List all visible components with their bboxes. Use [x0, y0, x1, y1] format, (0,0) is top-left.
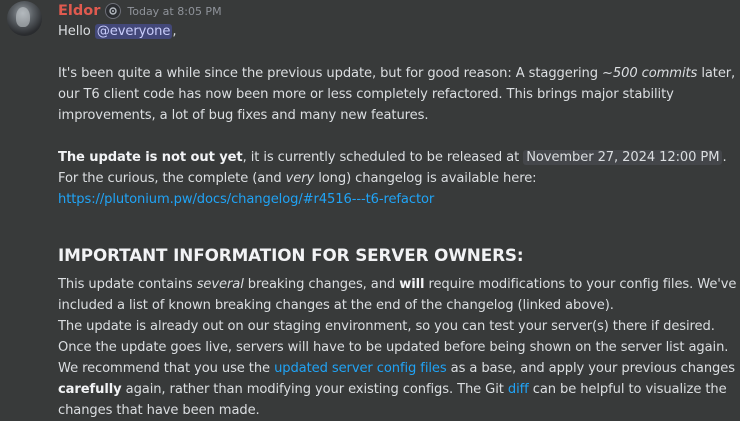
- paragraph-3-line-3: The update is already out on our staging…: [58, 319, 715, 334]
- server-config-link[interactable]: updated server config files: [274, 361, 447, 376]
- everyone-mention[interactable]: @everyone: [94, 24, 173, 39]
- paragraph-1-line-2: our T6 client code has now been more or …: [58, 87, 674, 102]
- emphasis-text: very: [285, 171, 315, 186]
- text: It's been quite a while since the previo…: [58, 66, 603, 81]
- bold-text: will: [399, 277, 425, 292]
- paragraph-3-line-6: carefully again, rather than modifying y…: [58, 379, 733, 400]
- greeting-text: Hello: [58, 24, 95, 39]
- paragraph-1-line-1: It's been quite a while since the previo…: [58, 63, 736, 84]
- greeting-line: Hello @everyone,: [58, 21, 733, 42]
- paragraph-3-line-2: included a list of known breaking change…: [58, 298, 614, 313]
- text: breaking changes, and: [243, 277, 400, 292]
- paragraph-2-line-2: For the curious, the complete (and very …: [58, 168, 733, 189]
- text: again, rather than modifying your existi…: [121, 382, 508, 397]
- paragraph-3-line-1: This update contains several breaking ch…: [58, 274, 737, 295]
- text: .: [722, 150, 727, 165]
- text: We recommend that you use the: [58, 361, 275, 376]
- message-header: Eldor Today at 8:05 PM: [58, 1, 222, 21]
- chat-message: Eldor Today at 8:05 PM Hello @everyone, …: [0, 0, 740, 421]
- paragraph-3-line-4: Once the update goes live, servers will …: [58, 340, 729, 355]
- changelog-link-line: https://plutonium.pw/docs/changelog/#r45…: [58, 189, 733, 210]
- text: For the curious, the complete (and: [58, 171, 286, 186]
- bold-text: carefully: [58, 382, 122, 397]
- text: can be helpful to visualize the: [528, 382, 727, 397]
- greeting-comma: ,: [172, 24, 177, 39]
- text: This update contains: [58, 277, 197, 292]
- paragraph-3-line-7: changes that have been made.: [58, 403, 260, 418]
- paragraph-2-line-1: The update is not out yet, it is current…: [58, 147, 733, 168]
- emphasis-text: several: [196, 277, 244, 292]
- gear-icon: [109, 7, 118, 15]
- role-badge-icon[interactable]: [105, 3, 122, 19]
- server-owners-heading: IMPORTANT INFORMATION FOR SERVER OWNERS:: [58, 245, 524, 265]
- paragraph-1-line-3: improvements, a lot of bug fixes and man…: [58, 108, 429, 123]
- diff-link[interactable]: diff: [508, 382, 529, 397]
- message-content: Hello @everyone, It's been quite a while…: [58, 21, 737, 421]
- text: , it is currently scheduled to be releas…: [242, 150, 524, 165]
- text: as a base, and apply your previous chang…: [446, 361, 735, 376]
- text: later,: [697, 66, 736, 81]
- release-timestamp[interactable]: November 27, 2024 12:00 PM: [523, 150, 723, 165]
- bold-text: The update is not out yet: [58, 150, 243, 165]
- author-name[interactable]: Eldor: [58, 3, 100, 19]
- text: require modifications to your config fil…: [424, 277, 737, 292]
- emphasis-text: ~500 commits: [602, 66, 698, 81]
- text: long) changelog is available here:: [314, 171, 537, 186]
- timestamp[interactable]: Today at 8:05 PM: [127, 5, 221, 18]
- changelog-link[interactable]: https://plutonium.pw/docs/changelog/#r45…: [58, 192, 434, 207]
- avatar[interactable]: [7, 1, 42, 36]
- paragraph-3-line-5: We recommend that you use the updated se…: [58, 358, 735, 379]
